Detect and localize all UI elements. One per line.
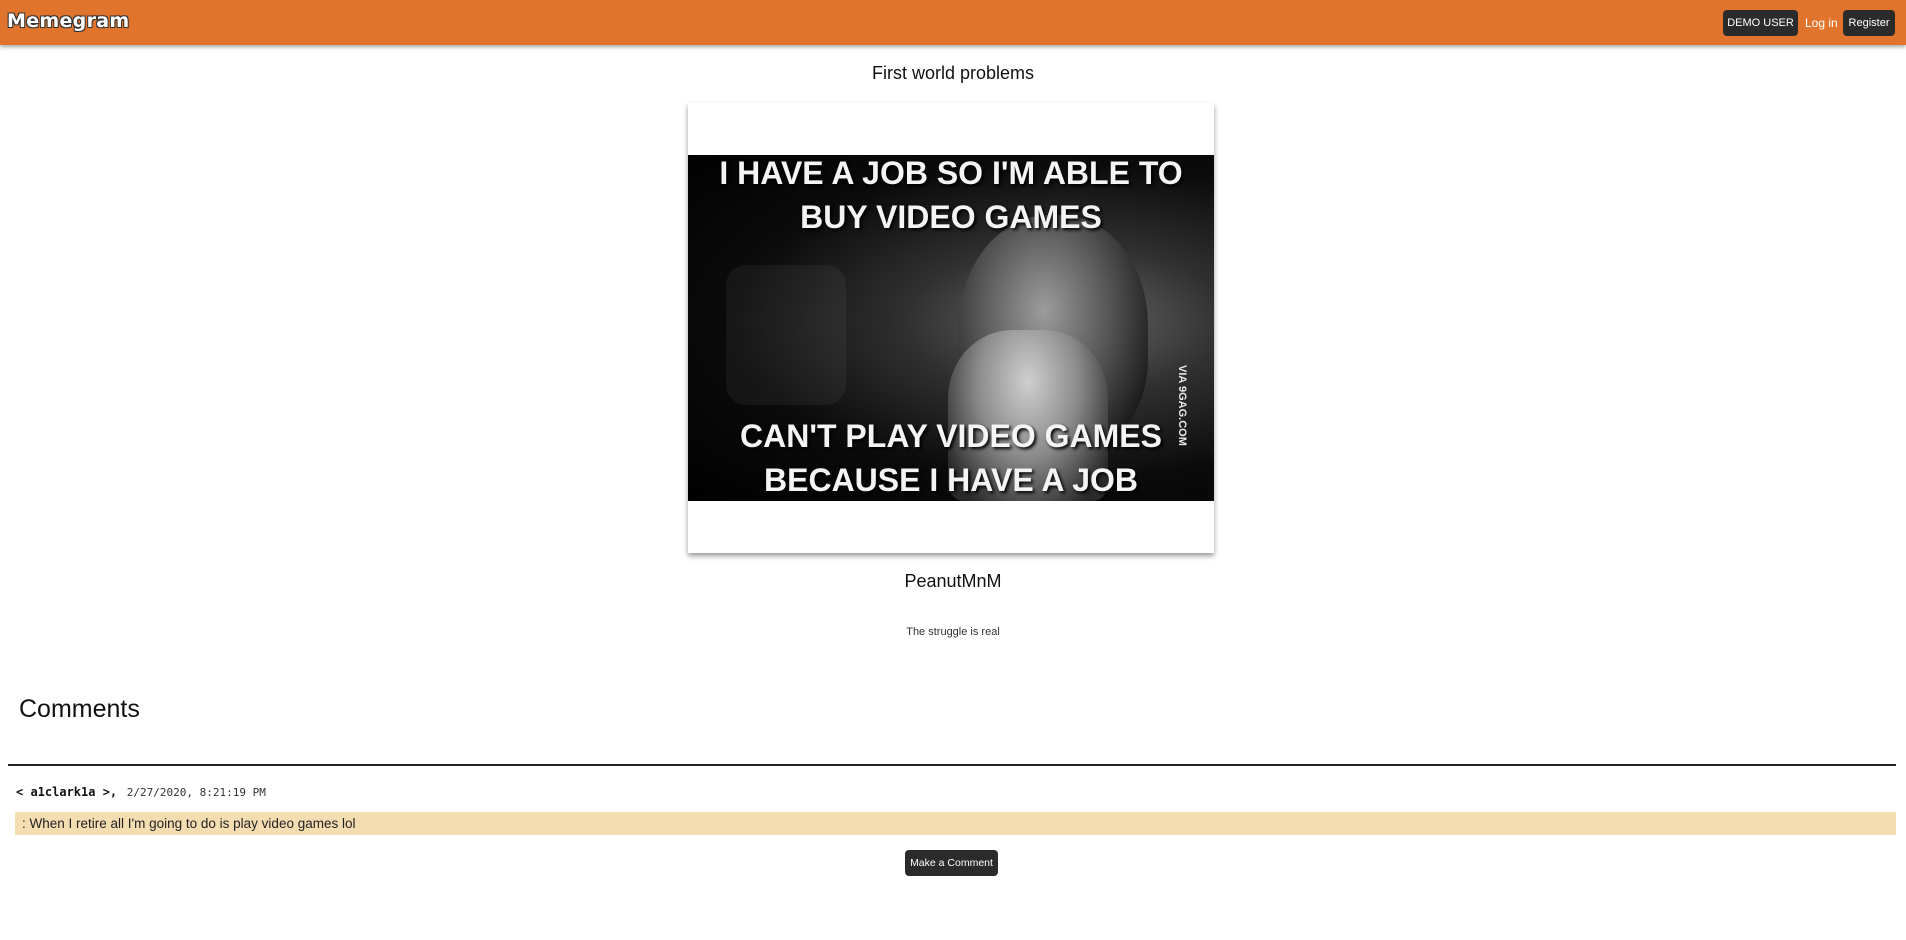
post-title: First world problems [871, 63, 1035, 83]
make-comment-button[interactable]: Make a Comment [905, 850, 998, 876]
comment-timestamp: 2/27/2020, 8:21:19 PM [126, 786, 266, 799]
login-link[interactable]: Log in [1805, 10, 1838, 36]
meme-watermark: VIA 9GAG.COM [1176, 365, 1188, 446]
brand-logo[interactable]: Memegram [7, 10, 129, 32]
meme-bottom-text: CAN'T PLAY VIDEO GAMES BECAUSE I HAVE A … [740, 418, 1162, 498]
comment-text: : When I retire all I'm going to do is p… [22, 816, 356, 831]
demo-user-button[interactable]: DEMO USER [1723, 10, 1798, 36]
meme-top-text: I HAVE A JOB SO I'M ABLE TO BUY VIDEO GA… [719, 155, 1183, 235]
register-button[interactable]: Register [1843, 10, 1895, 36]
comments-divider [8, 764, 1896, 766]
navbar: Memegram DEMO USER Log in Register [0, 0, 1906, 45]
comment-meta: < a1clark1a >, 2/27/2020, 8:21:19 PM [16, 781, 266, 800]
comment-username: < a1clark1a >, [16, 785, 118, 799]
comments-heading: Comments [19, 695, 140, 723]
post-author: PeanutMnM [904, 571, 1002, 591]
meme-background-figure [726, 265, 846, 405]
post-caption: The struggle is real [906, 626, 1000, 638]
meme-image: I HAVE A JOB SO I'M ABLE TO BUY VIDEO GA… [688, 103, 1214, 553]
comment-body: : When I retire all I'm going to do is p… [15, 812, 1896, 835]
